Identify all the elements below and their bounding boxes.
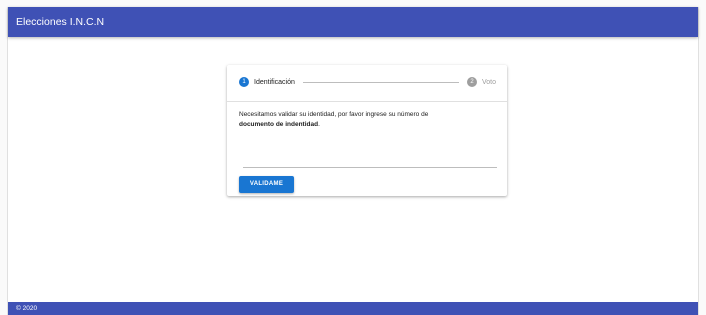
app-window: Elecciones I.N.C.N 1 Identificación 2 Vo… (7, 7, 699, 315)
instruction-block: Necesitamos validar su identidad, por fa… (239, 110, 495, 130)
footer: © 2020 (8, 302, 698, 315)
stepper: 1 Identificación 2 Voto (227, 65, 507, 102)
step-2-label: Voto (482, 79, 497, 86)
copyright-text: © 2020 (16, 305, 38, 312)
step-1-label: Identificación (254, 79, 295, 86)
document-term: documento de indentidad (239, 121, 319, 128)
app-title: Elecciones I.N.C.N (16, 16, 105, 28)
instruction-bold-line: documento de indentidad. (239, 120, 495, 130)
app-bar: Elecciones I.N.C.N (8, 7, 698, 37)
instruction-period: . (318, 121, 320, 128)
instruction-text: Necesitamos validar su identidad, por fa… (239, 111, 429, 118)
step-connector (303, 82, 459, 83)
validation-card: 1 Identificación 2 Voto Necesitamos vali… (227, 65, 507, 196)
step-1-number-badge: 1 (239, 77, 249, 87)
validate-button[interactable]: VALIDAME (239, 176, 294, 193)
step-2-number-badge: 2 (467, 77, 477, 87)
document-number-input[interactable] (243, 153, 497, 168)
